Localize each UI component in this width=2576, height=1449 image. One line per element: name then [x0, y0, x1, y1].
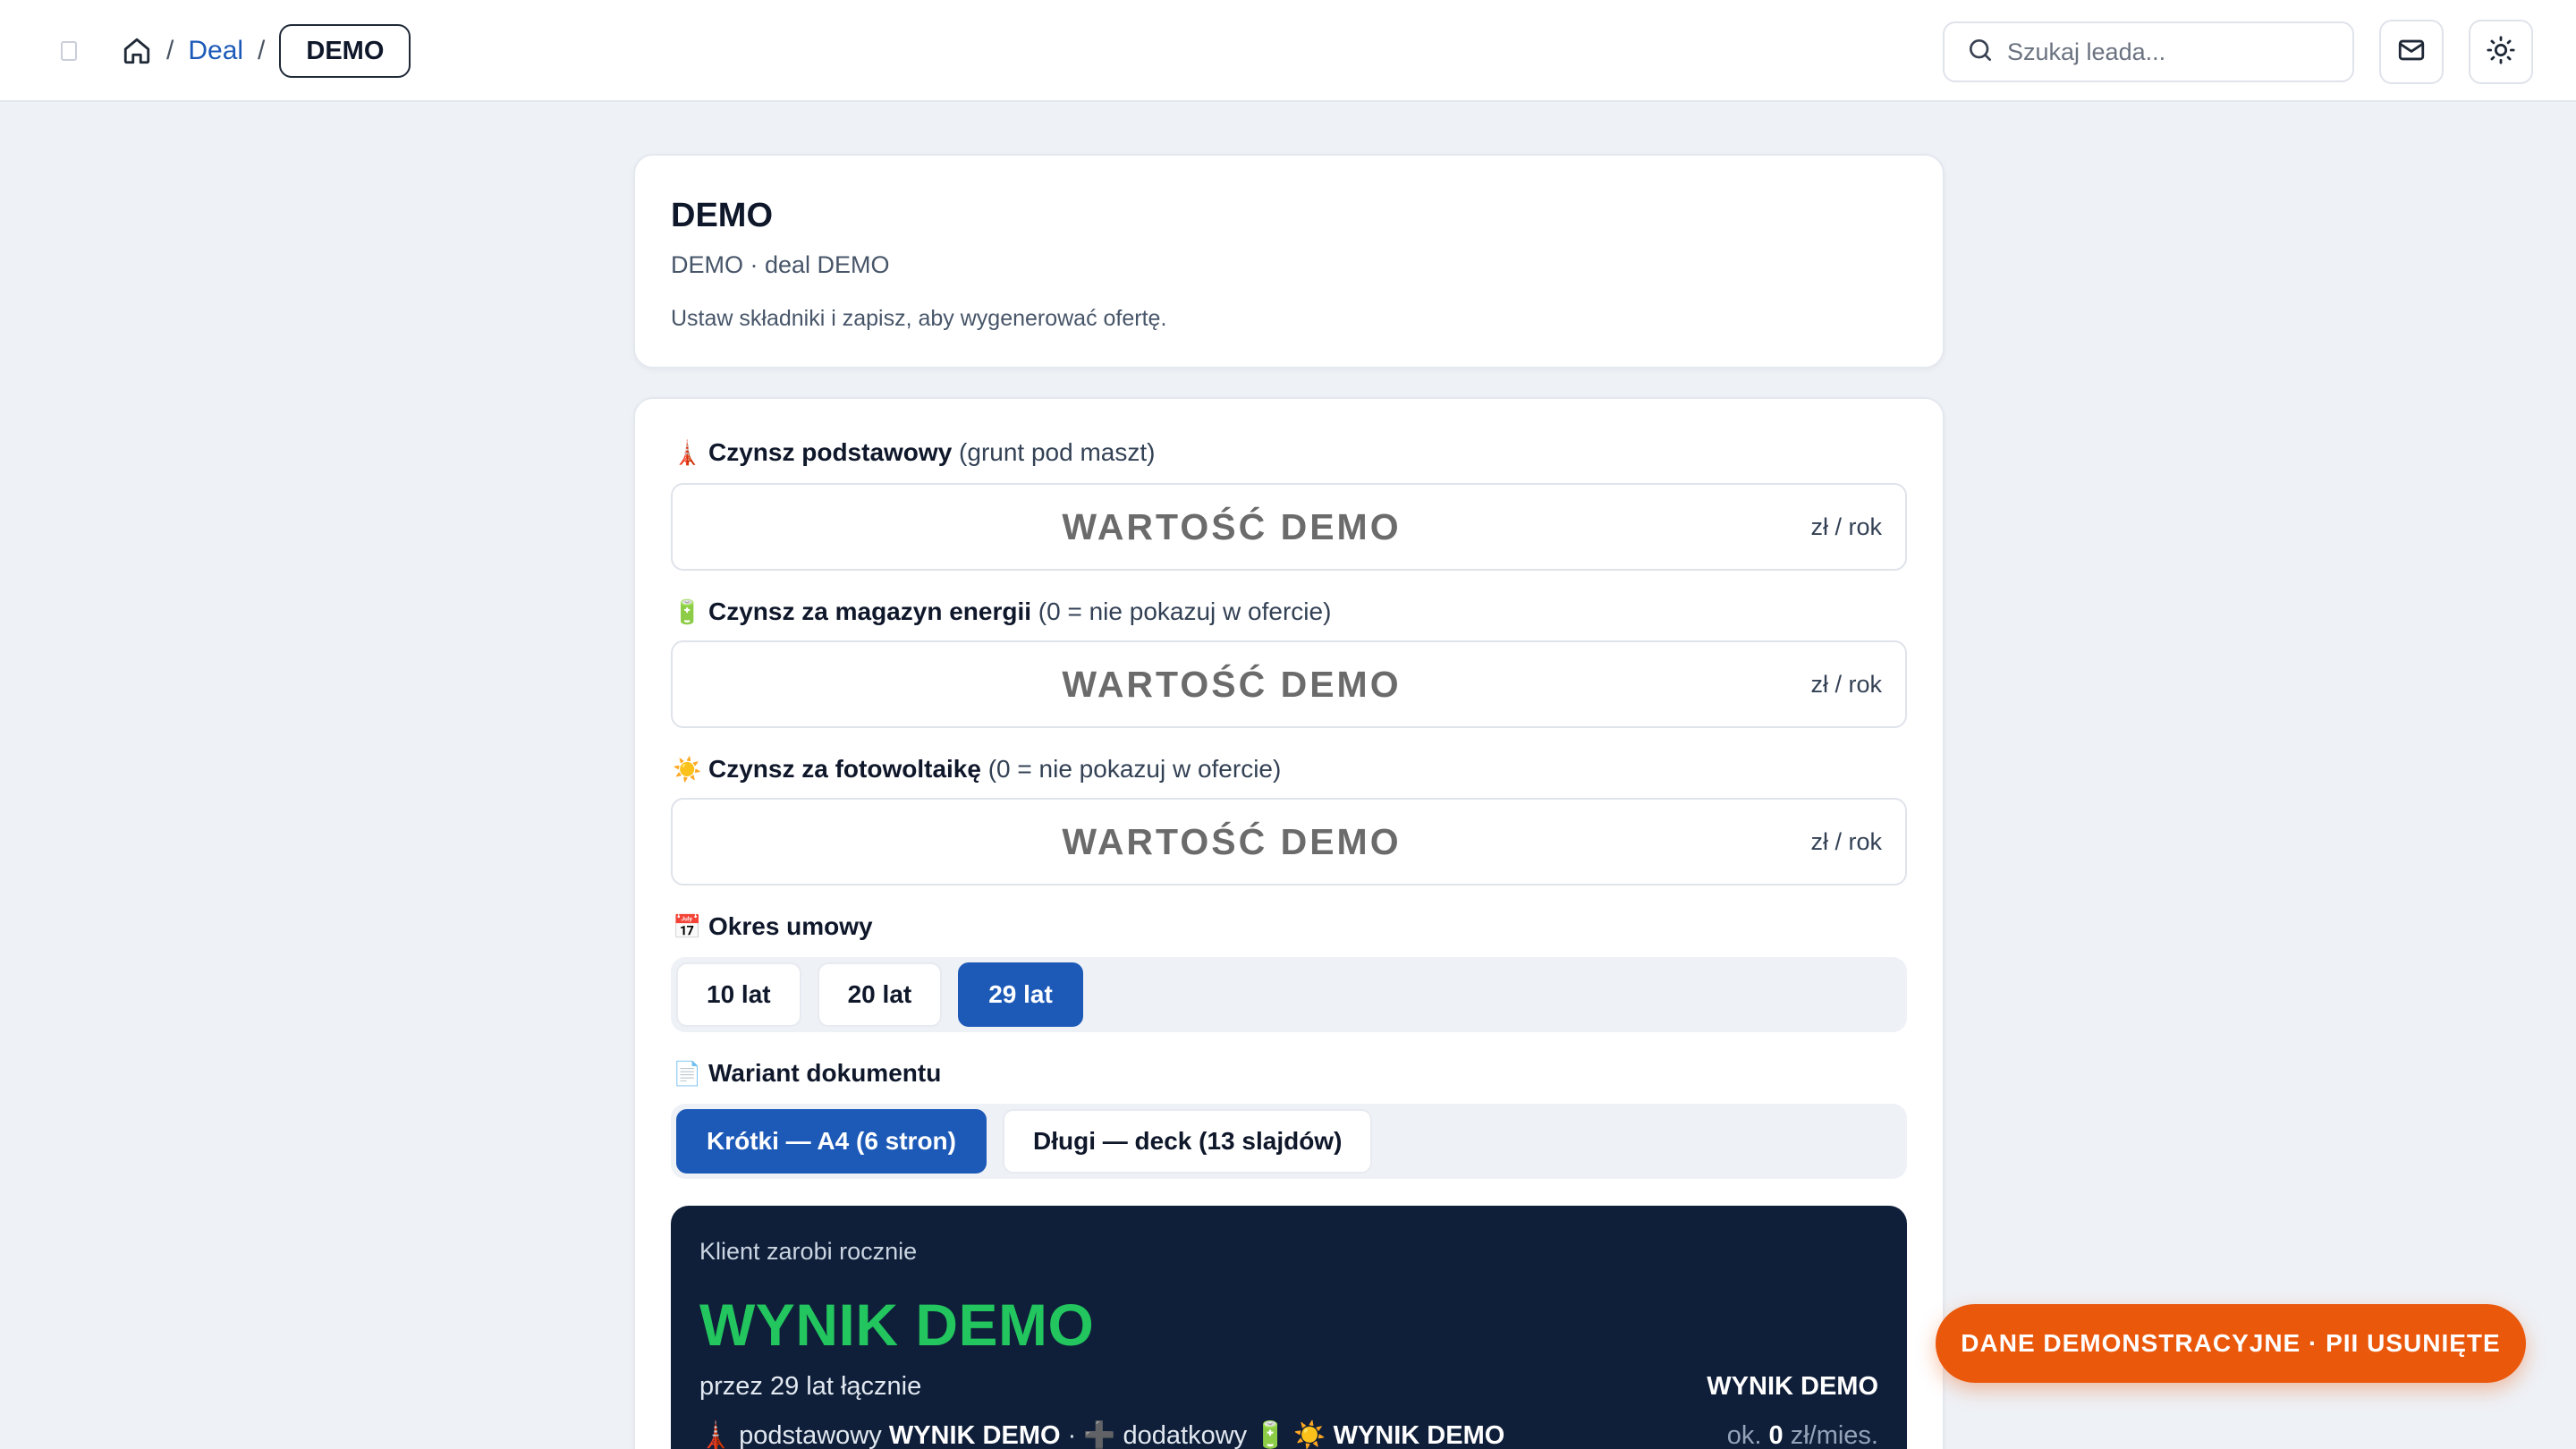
deal-header-card: DEMO DEMO · deal DEMO Ustaw składniki i … — [633, 154, 1945, 369]
calendar-icon: 📅 — [673, 912, 702, 940]
summary-extra-value: WYNIK DEMO — [1333, 1421, 1505, 1449]
home-icon[interactable] — [122, 36, 152, 66]
base-rent-label: 🗼 Czynsz podstawowy (grunt pod maszt) — [673, 438, 1155, 467]
storage-rent-note: (0 = nie pokazuj w ofercie) — [1038, 597, 1332, 625]
antenna-tower-icon: 🗼 — [673, 438, 702, 466]
variant-option-short[interactable]: Krótki — A4 (6 stron) — [676, 1109, 987, 1174]
base-rent-title: Czynsz podstawowy — [708, 438, 953, 466]
mail-icon — [2396, 35, 2427, 70]
demo-data-badge: DANE DEMONSTRACYJNE · PII USUNIĘTE — [1936, 1304, 2526, 1383]
base-rent-input[interactable]: WARTOŚĆ DEMO zł / rok — [671, 483, 1907, 571]
storage-rent-unit: zł / rok — [1810, 671, 1882, 698]
search-input[interactable] — [2007, 38, 2329, 66]
document-icon: 📄 — [673, 1059, 702, 1087]
offer-form-card: 🗼 Czynsz podstawowy (grunt pod maszt) WA… — [633, 397, 1945, 1449]
sidebar-toggle-icon[interactable] — [61, 41, 77, 61]
page-title: DEMO — [671, 197, 773, 234]
breadcrumb-separator: / — [166, 36, 174, 65]
variant-selector: Krótki — A4 (6 stron) Długi — deck (13 s… — [671, 1104, 1907, 1179]
pv-rent-note: (0 = nie pokazuj w ofercie) — [987, 755, 1282, 783]
summary-monthly: ok. 0 zł/mies. — [1726, 1420, 1878, 1449]
deal-subtitle: DEMO · deal DEMO — [671, 251, 890, 278]
term-title: Okres umowy — [708, 912, 873, 940]
plus-icon: ➕ — [1083, 1421, 1116, 1449]
summary-label: Klient zarobi rocznie — [699, 1238, 918, 1265]
summary-annual-value: WYNIK DEMO — [699, 1292, 1095, 1358]
search-icon — [1966, 36, 1995, 69]
sun-icon — [2486, 35, 2516, 70]
mail-button[interactable] — [2379, 20, 2444, 84]
term-option-10[interactable]: 10 lat — [676, 962, 801, 1027]
breadcrumb-current: DEMO — [279, 24, 411, 78]
sun-icon: ☀️ — [673, 755, 702, 783]
storage-rent-label: 🔋 Czynsz za magazyn energii (0 = nie pok… — [673, 597, 1331, 626]
pv-rent-label: ☀️ Czynsz za fotowoltaikę (0 = nie pokaz… — [673, 755, 1281, 784]
summary-total: WYNIK DEMO — [1707, 1372, 1878, 1401]
summary-breakdown: 🗼 podstawowy WYNIK DEMO · ➕ dodatkowy 🔋 … — [699, 1421, 1505, 1449]
earnings-summary: Klient zarobi rocznie WYNIK DEMO przez 2… — [671, 1206, 1907, 1449]
storage-rent-title: Czynsz za magazyn energii — [708, 597, 1032, 625]
summary-base-value: WYNIK DEMO — [888, 1421, 1061, 1449]
battery-icon: 🔋 — [673, 597, 702, 625]
base-rent-note: (grunt pod maszt) — [959, 438, 1156, 466]
deal-hint: Ustaw składniki i zapisz, aby wygenerowa… — [671, 306, 1167, 331]
base-rent-unit: zł / rok — [1810, 513, 1882, 540]
breadcrumb-separator: / — [258, 36, 266, 65]
term-option-29[interactable]: 29 lat — [958, 962, 1083, 1027]
pv-rent-input[interactable]: WARTOŚĆ DEMO zł / rok — [671, 798, 1907, 886]
breadcrumb: / Deal / DEMO — [122, 23, 411, 79]
summary-period: przez 29 lat łącznie — [699, 1372, 922, 1401]
storage-rent-input[interactable]: WARTOŚĆ DEMO zł / rok — [671, 640, 1907, 728]
term-option-20[interactable]: 20 lat — [817, 962, 943, 1027]
breadcrumb-deal-link[interactable]: Deal — [188, 36, 243, 66]
theme-toggle-button[interactable] — [2469, 20, 2533, 84]
term-label: 📅 Okres umowy — [673, 912, 873, 941]
pv-rent-title: Czynsz za fotowoltaikę — [708, 755, 981, 783]
variant-option-long[interactable]: Długi — deck (13 slajdów) — [1003, 1109, 1373, 1174]
pv-rent-value[interactable]: WARTOŚĆ DEMO — [673, 800, 1791, 884]
battery-sun-icons: 🔋 ☀️ — [1254, 1421, 1326, 1449]
search-box[interactable] — [1943, 21, 2354, 82]
variant-label: 📄 Wariant dokumentu — [673, 1059, 941, 1088]
variant-title: Wariant dokumentu — [708, 1059, 942, 1087]
base-rent-value[interactable]: WARTOŚĆ DEMO — [673, 485, 1791, 569]
storage-rent-value[interactable]: WARTOŚĆ DEMO — [673, 642, 1791, 726]
antenna-tower-icon: 🗼 — [699, 1421, 733, 1449]
top-bar: / Deal / DEMO — [0, 0, 2576, 102]
term-selector: 10 lat 20 lat 29 lat — [671, 957, 1907, 1032]
pv-rent-unit: zł / rok — [1810, 828, 1882, 855]
